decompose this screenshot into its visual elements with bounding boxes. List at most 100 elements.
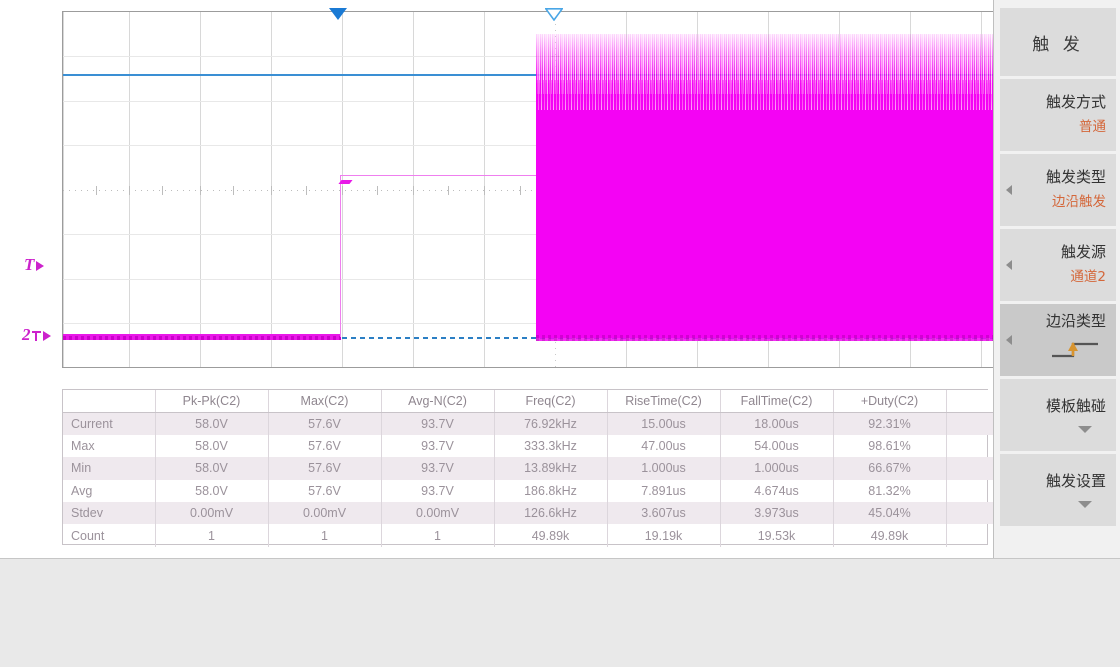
cell: 1 <box>381 524 494 546</box>
column-header: FallTime(C2) <box>720 390 833 412</box>
column-header: Max(C2) <box>268 390 381 412</box>
menu-item-label: 触发类型 <box>1000 167 1106 187</box>
arrow-right-icon <box>43 331 51 341</box>
cell: 93.7V <box>381 412 494 434</box>
cell: 15.00us <box>607 412 720 434</box>
cell: 3.973us <box>720 502 833 524</box>
cell: 58.0V <box>155 457 268 479</box>
grid-center-axis-horizontal <box>63 190 993 191</box>
cell: 126.6kHz <box>494 502 607 524</box>
cell: 93.7V <box>381 480 494 502</box>
column-header: Pk-Pk(C2) <box>155 390 268 412</box>
status-bar: ZLG® 1 – -- -- Closed --:-- -- 2 10.0V/d… <box>0 558 1120 667</box>
row-label: Max <box>63 435 155 457</box>
trigger-level-marker-label: T <box>24 255 34 274</box>
trigger-level-marker[interactable]: T <box>24 255 44 275</box>
channel-2-ground-marker[interactable]: 2 <box>22 325 51 345</box>
cell: 76.92kHz <box>494 412 607 434</box>
cell: 0.00mV <box>268 502 381 524</box>
cell: 54.00us <box>720 435 833 457</box>
menu-item-value: 边沿触发 <box>1000 192 1106 212</box>
cell: 66.67% <box>833 457 946 479</box>
row-label: Current <box>63 412 155 434</box>
menu-item-label: 触发设置 <box>1000 471 1106 491</box>
menu-item-label: 触发方式 <box>1000 92 1106 112</box>
measurement-table[interactable]: Pk-Pk(C2) Max(C2) Avg-N(C2) Freq(C2) Ris… <box>62 389 988 545</box>
table-header-row: Pk-Pk(C2) Max(C2) Avg-N(C2) Freq(C2) Ris… <box>63 390 1018 412</box>
cell: 49.89k <box>833 524 946 546</box>
menu-item-label: 边沿类型 <box>1000 311 1106 331</box>
grid-line-horizontal <box>63 56 993 57</box>
menu-item-value: 普通 <box>1000 117 1106 137</box>
channel-2-ground-marker-label: 2 <box>22 325 31 344</box>
table-row: Stdev 0.00mV 0.00mV 0.00mV 126.6kHz 3.60… <box>63 502 1018 524</box>
row-label: Stdev <box>63 502 155 524</box>
column-header: Freq(C2) <box>494 390 607 412</box>
cell: 93.7V <box>381 457 494 479</box>
grid-line-horizontal <box>63 101 993 102</box>
chevron-left-icon <box>1006 185 1012 195</box>
cell: 1.000us <box>720 457 833 479</box>
channel-2-step-plateau <box>341 175 537 176</box>
row-label: Count <box>63 524 155 546</box>
cell: 186.8kHz <box>494 480 607 502</box>
cell: 1 <box>155 524 268 546</box>
cell: 18.00us <box>720 412 833 434</box>
table-row: Avg 58.0V 57.6V 93.7V 186.8kHz 7.891us 4… <box>63 480 1018 502</box>
cell: 98.61% <box>833 435 946 457</box>
channel-1-waveform-trace <box>63 74 993 76</box>
table-row: Count 1 1 1 49.89k 19.19k 19.53k 49.89k <box>63 524 1018 546</box>
menu-item-template-touch[interactable]: 模板触碰 <box>1000 379 1116 451</box>
column-header: RiseTime(C2) <box>607 390 720 412</box>
menu-item-label: 触发源 <box>1000 242 1106 262</box>
cell: 57.6V <box>268 457 381 479</box>
cell: 93.7V <box>381 435 494 457</box>
oscilloscope-grid[interactable] <box>62 11 993 368</box>
column-header: Avg-N(C2) <box>381 390 494 412</box>
cell: 1 <box>268 524 381 546</box>
grid-line-horizontal <box>63 279 993 280</box>
chevron-left-icon <box>1006 335 1012 345</box>
grid-line-horizontal <box>63 234 993 235</box>
cell: 57.6V <box>268 412 381 434</box>
row-label: Avg <box>63 480 155 502</box>
chevron-down-icon <box>1078 426 1092 433</box>
menu-item-trigger-settings[interactable]: 触发设置 <box>1000 454 1116 526</box>
menu-item-edge-type[interactable]: 边沿类型 <box>1000 304 1116 376</box>
cell: 58.0V <box>155 480 268 502</box>
rising-edge-icon <box>1046 337 1102 368</box>
trigger-delay-marker[interactable] <box>545 8 563 21</box>
channel-2-waveform-burst <box>536 34 993 338</box>
cell: 57.6V <box>268 480 381 502</box>
cell: 19.53k <box>720 524 833 546</box>
trigger-position-marker[interactable] <box>329 8 347 20</box>
chevron-left-icon <box>1006 260 1012 270</box>
cell: 49.89k <box>494 524 607 546</box>
arrow-right-icon <box>36 261 44 271</box>
table-row: Max 58.0V 57.6V 93.7V 333.3kHz 47.00us 5… <box>63 435 1018 457</box>
trigger-menu-sidebar[interactable]: 触 发 触发方式 普通 触发类型 边沿触发 触发源 通道2 边沿类型 <box>993 0 1120 558</box>
grid-line-horizontal <box>63 145 993 146</box>
cell: 0.00mV <box>155 502 268 524</box>
cell: 1.000us <box>607 457 720 479</box>
column-header <box>63 390 155 412</box>
channel-2-step-knee <box>338 180 352 184</box>
cell: 4.674us <box>720 480 833 502</box>
ground-icon <box>32 331 41 341</box>
cell: 333.3kHz <box>494 435 607 457</box>
grid-line-horizontal <box>63 323 993 324</box>
cell: 0.00mV <box>381 502 494 524</box>
cell: 58.0V <box>155 435 268 457</box>
menu-item-trigger-source[interactable]: 触发源 通道2 <box>1000 229 1116 301</box>
waveform-display-area[interactable]: T 2 Pk-Pk(C2) Max(C2) Avg-N(C2) Freq(C2) <box>0 0 993 558</box>
sidebar-title: 触 发 <box>1000 8 1116 76</box>
row-label: Min <box>63 457 155 479</box>
cell: 19.19k <box>607 524 720 546</box>
cell: 58.0V <box>155 412 268 434</box>
menu-item-trigger-mode[interactable]: 触发方式 普通 <box>1000 79 1116 151</box>
menu-item-value: 通道2 <box>1000 267 1106 287</box>
menu-item-trigger-type[interactable]: 触发类型 边沿触发 <box>1000 154 1116 226</box>
cell: 7.891us <box>607 480 720 502</box>
channel-2-step-edge <box>340 175 341 337</box>
cell: 57.6V <box>268 435 381 457</box>
